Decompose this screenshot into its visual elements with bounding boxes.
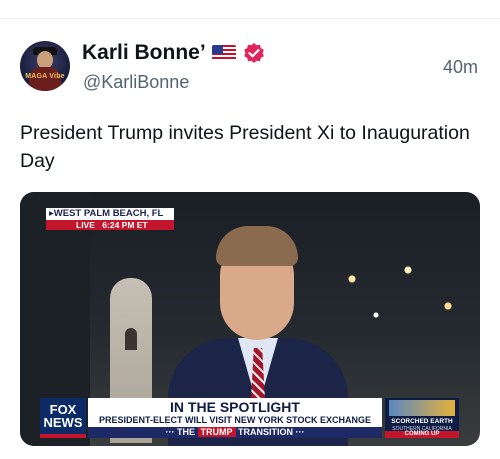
location-tag: ▸WEST PALM BEACH, FL LIVE 6:24 PM ET bbox=[46, 208, 174, 230]
ticker: ··· THE TRUMP TRANSITION ··· bbox=[88, 427, 382, 438]
live-bar: LIVE 6:24 PM ET bbox=[46, 220, 174, 230]
post-text: President Trump invites President Xi to … bbox=[20, 122, 470, 172]
side-promo: SCORCHED EARTH SOUTHERN CALIFORNIA WILDF… bbox=[385, 398, 459, 438]
display-name[interactable]: Karli Bonne’ bbox=[82, 41, 206, 65]
location-label: ▸WEST PALM BEACH, FL bbox=[46, 208, 174, 220]
side-cta: COMING UP bbox=[385, 431, 459, 438]
side-title: SCORCHED EARTH bbox=[391, 418, 453, 425]
live-label: LIVE bbox=[76, 220, 95, 230]
post-media-image[interactable]: ▸WEST PALM BEACH, FL LIVE 6:24 PM ET FOX… bbox=[20, 192, 480, 446]
subheadline: PRESIDENT-ELECT WILL VISIT NEW YORK STOC… bbox=[98, 415, 372, 425]
verified-badge-icon bbox=[244, 43, 264, 63]
headline: IN THE SPOTLIGHT bbox=[170, 399, 300, 415]
headline-banner: IN THE SPOTLIGHT PRESIDENT-ELECT WILL VI… bbox=[88, 398, 382, 438]
top-divider bbox=[0, 18, 500, 19]
lower-third: FOX NEWS IN THE SPOTLIGHT PRESIDENT-ELEC… bbox=[40, 398, 460, 444]
fox-news-logo: FOX NEWS bbox=[40, 398, 86, 438]
avatar[interactable]: MAGA Vibe bbox=[20, 41, 70, 91]
map-thumbnail bbox=[389, 400, 455, 416]
post-timestamp[interactable]: 40m bbox=[443, 57, 478, 78]
live-time: 6:24 PM ET bbox=[102, 220, 148, 230]
avatar-caption: MAGA Vibe bbox=[25, 73, 65, 80]
user-handle[interactable]: @KarliBonne bbox=[83, 72, 189, 93]
us-flag-icon bbox=[212, 45, 236, 61]
